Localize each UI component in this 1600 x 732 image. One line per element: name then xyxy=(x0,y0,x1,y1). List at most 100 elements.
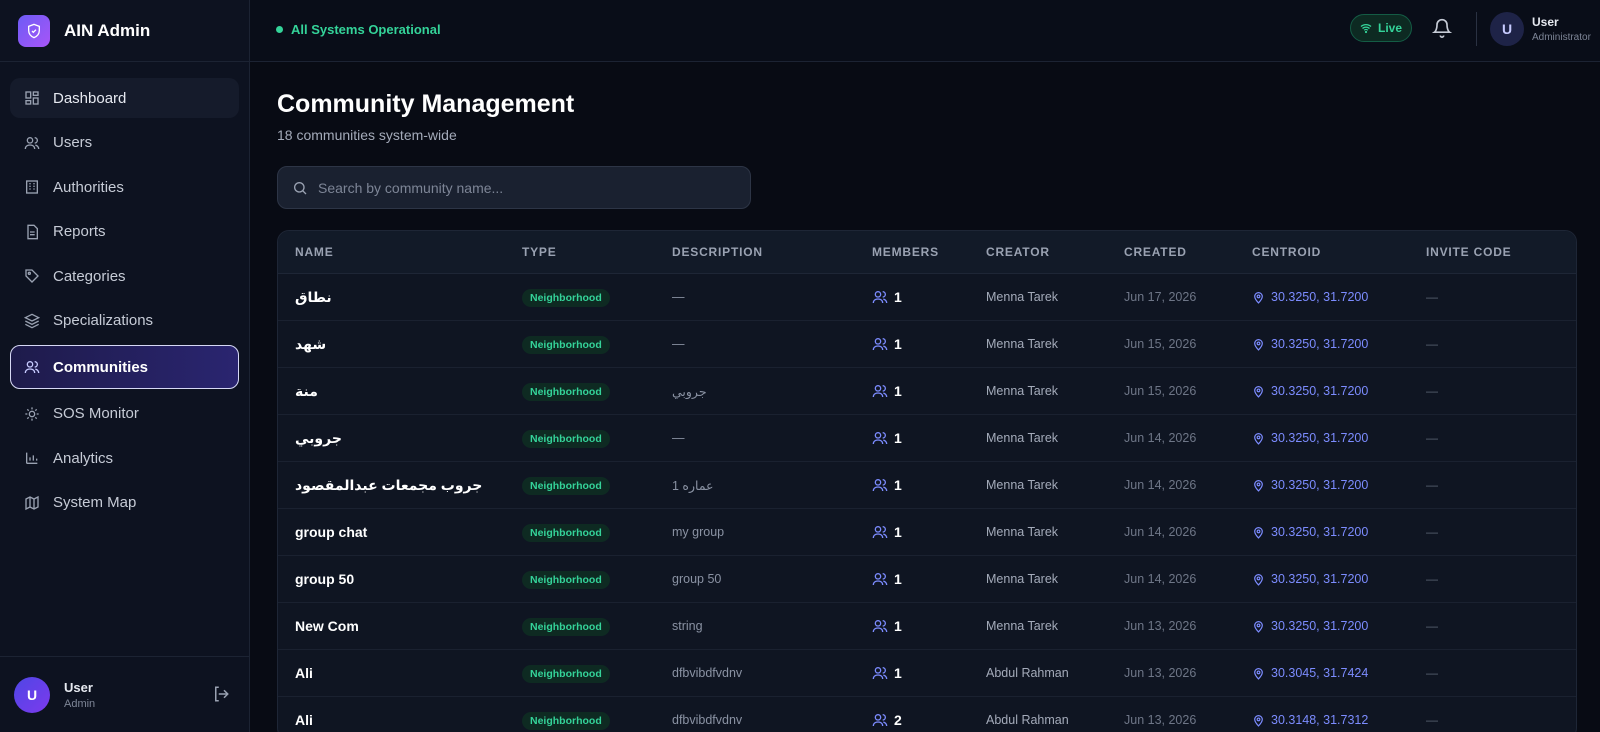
creator-name: Menna Tarek xyxy=(986,478,1059,492)
map-pin-icon xyxy=(1252,667,1265,680)
invite-code: — xyxy=(1426,713,1438,727)
created-date: Jun 17, 2026 xyxy=(1124,290,1197,304)
sidebar-item-categories[interactable]: Categories xyxy=(10,256,239,296)
table-row[interactable]: منة Neighborhood جروبي 1 Menna Tarek Jun… xyxy=(278,368,1576,415)
table-row[interactable]: New Com Neighborhood string 1 Menna Tare… xyxy=(278,603,1576,650)
table-header: NAME TYPE DESCRIPTION MEMBERS CREATOR CR… xyxy=(278,231,1576,274)
column-header-invite-code[interactable]: INVITE CODE xyxy=(1426,245,1576,259)
sidebar-item-system-map[interactable]: System Map xyxy=(10,483,239,523)
table-row[interactable]: جروب مجمعات عبدالمقصود Neighborhood عمار… xyxy=(278,462,1576,509)
table-row[interactable]: جروبي Neighborhood — 1 Menna Tarek Jun 1… xyxy=(278,415,1576,462)
community-name: Ali xyxy=(295,665,313,681)
centroid-link[interactable]: 30.3148, 31.7312 xyxy=(1252,713,1426,727)
member-count: 1 xyxy=(894,430,902,446)
members-icon xyxy=(872,524,888,540)
table-row[interactable]: نطاق Neighborhood — 1 Menna Tarek Jun 17… xyxy=(278,274,1576,321)
member-count: 1 xyxy=(894,477,902,493)
table-row[interactable]: Ali Neighborhood dfbvibdfvdnv 2 Abdul Ra… xyxy=(278,697,1576,732)
column-header-members[interactable]: MEMBERS xyxy=(872,245,986,259)
created-date: Jun 14, 2026 xyxy=(1124,431,1197,445)
centroid-link[interactable]: 30.3250, 31.7200 xyxy=(1252,290,1426,304)
map-pin-icon xyxy=(1252,385,1265,398)
table-body: نطاق Neighborhood — 1 Menna Tarek Jun 17… xyxy=(278,274,1576,732)
sidebar-item-label: Dashboard xyxy=(53,89,127,107)
centroid-link[interactable]: 30.3250, 31.7200 xyxy=(1252,525,1426,539)
table-row[interactable]: Ali Neighborhood dfbvibdfvdnv 1 Abdul Ra… xyxy=(278,650,1576,697)
centroid-link[interactable]: 30.3250, 31.7200 xyxy=(1252,431,1426,445)
sidebar-item-authorities[interactable]: Authorities xyxy=(10,167,239,207)
centroid-link[interactable]: 30.3045, 31.7424 xyxy=(1252,666,1426,680)
community-name: نطاق xyxy=(295,288,332,305)
table-row[interactable]: group 50 Neighborhood group 50 1 Menna T… xyxy=(278,556,1576,603)
column-header-description[interactable]: DESCRIPTION xyxy=(672,245,872,259)
sidebar-item-communities[interactable]: Communities xyxy=(10,345,239,389)
type-badge: Neighborhood xyxy=(522,288,610,307)
community-name: شهد xyxy=(295,335,327,352)
community-name: group chat xyxy=(295,524,368,540)
column-header-type[interactable]: TYPE xyxy=(522,245,672,259)
search-icon xyxy=(292,180,308,196)
invite-code: — xyxy=(1426,431,1438,445)
sidebar-item-analytics[interactable]: Analytics xyxy=(10,438,239,478)
page-title: Community Management xyxy=(277,90,575,118)
member-count: 1 xyxy=(894,336,902,352)
community-name: Ali xyxy=(295,712,313,728)
creator-name: Menna Tarek xyxy=(986,619,1059,633)
sidebar-item-label: Specializations xyxy=(53,312,154,329)
member-count: 1 xyxy=(894,383,902,399)
created-date: Jun 14, 2026 xyxy=(1124,525,1197,539)
centroid-value: 30.3045, 31.7424 xyxy=(1271,666,1369,680)
centroid-value: 30.3250, 31.7200 xyxy=(1271,384,1369,398)
community-name: New Com xyxy=(295,618,359,634)
map-pin-icon xyxy=(1252,432,1265,445)
sidebar: AIN Admin Dashboard Users Authorities Re… xyxy=(0,0,250,732)
system-status: All Systems Operational xyxy=(276,22,441,37)
sidebar-item-dashboard[interactable]: Dashboard xyxy=(10,78,239,118)
centroid-link[interactable]: 30.3250, 31.7200 xyxy=(1252,337,1426,351)
community-description: dfbvibdfvdnv xyxy=(672,713,743,727)
dashboard-icon xyxy=(23,89,41,107)
community-description: — xyxy=(672,290,685,304)
alert-icon xyxy=(23,405,41,423)
sidebar-nav: Dashboard Users Authorities Reports Cate… xyxy=(0,62,249,523)
map-pin-icon xyxy=(1252,291,1265,304)
bar-chart-icon xyxy=(23,449,41,467)
column-header-name[interactable]: NAME xyxy=(278,245,522,259)
members-icon xyxy=(872,571,888,587)
creator-name: Abdul Rahman xyxy=(986,666,1069,680)
system-status-text: All Systems Operational xyxy=(291,22,441,37)
community-name: جروبي xyxy=(295,429,342,446)
invite-code: — xyxy=(1426,337,1438,351)
table-row[interactable]: group chat Neighborhood my group 1 Menna… xyxy=(278,509,1576,556)
column-header-creator[interactable]: CREATOR xyxy=(986,245,1124,259)
member-count: 1 xyxy=(894,524,902,540)
logout-icon[interactable] xyxy=(212,685,232,705)
centroid-value: 30.3250, 31.7200 xyxy=(1271,337,1369,351)
community-description: جروبي xyxy=(672,384,707,399)
centroid-link[interactable]: 30.3250, 31.7200 xyxy=(1252,384,1426,398)
column-header-centroid[interactable]: CENTROID xyxy=(1252,245,1426,259)
creator-name: Menna Tarek xyxy=(986,337,1059,351)
header-divider xyxy=(1476,12,1477,46)
status-dot-icon xyxy=(276,26,283,33)
sidebar-item-users[interactable]: Users xyxy=(10,123,239,163)
centroid-link[interactable]: 30.3250, 31.7200 xyxy=(1252,619,1426,633)
invite-code: — xyxy=(1426,478,1438,492)
map-pin-icon xyxy=(1252,573,1265,586)
bell-icon[interactable] xyxy=(1431,18,1454,40)
centroid-link[interactable]: 30.3250, 31.7200 xyxy=(1252,478,1426,492)
members-icon xyxy=(872,618,888,634)
user-name: User xyxy=(64,679,93,695)
centroid-link[interactable]: 30.3250, 31.7200 xyxy=(1252,572,1426,586)
sidebar-item-sos-monitor[interactable]: SOS Monitor xyxy=(10,394,239,434)
centroid-value: 30.3148, 31.7312 xyxy=(1271,713,1369,727)
table-row[interactable]: شهد Neighborhood — 1 Menna Tarek Jun 15,… xyxy=(278,321,1576,368)
sidebar-item-specializations[interactable]: Specializations xyxy=(10,301,239,341)
sidebar-item-label: Categories xyxy=(53,267,126,285)
sidebar-item-reports[interactable]: Reports xyxy=(10,212,239,252)
community-description: عماره 1 xyxy=(672,478,714,493)
header-user-menu[interactable]: U User Administrator xyxy=(1490,12,1591,46)
search-input[interactable] xyxy=(318,179,738,196)
community-description: my group xyxy=(672,525,725,539)
column-header-created[interactable]: CREATED xyxy=(1124,245,1252,259)
